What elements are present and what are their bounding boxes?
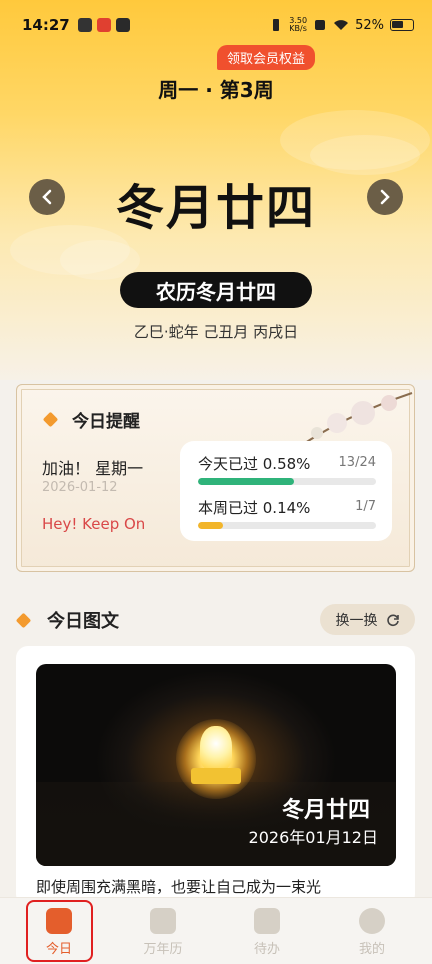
diamond-icon bbox=[15, 612, 32, 628]
image-date: 2026年01月12日 bbox=[248, 828, 378, 847]
app-notification-icon bbox=[77, 18, 92, 32]
next-day-button[interactable] bbox=[367, 179, 403, 215]
reminder-cheer: 加油！ 星期一 bbox=[42, 459, 144, 478]
tab-label: 待办 bbox=[253, 942, 280, 957]
keep-on-text: Hey! Keep On bbox=[42, 515, 146, 533]
diamond-icon bbox=[42, 411, 59, 428]
battery-percent: 52% bbox=[355, 17, 384, 33]
reminder-header: 今日提醒 bbox=[42, 407, 140, 432]
sim-icon bbox=[315, 20, 326, 30]
tab-label: 万年历 bbox=[143, 942, 183, 957]
progress-track bbox=[198, 522, 376, 529]
tab-label: 我的 bbox=[358, 942, 385, 957]
progress-fill bbox=[198, 522, 224, 529]
tab-profile[interactable]: 我的 bbox=[318, 898, 426, 964]
image-title: 冬月廿四 bbox=[281, 798, 370, 823]
calendar-icon bbox=[150, 908, 176, 934]
reminder-date: 2026-01-12 bbox=[42, 480, 118, 495]
progress-track bbox=[198, 478, 376, 485]
tab-calendar[interactable]: 万年历 bbox=[109, 898, 217, 964]
tab-todo[interactable]: 待办 bbox=[213, 898, 321, 964]
article-header: 今日图文 bbox=[15, 607, 119, 633]
bulb-base bbox=[191, 768, 241, 784]
week-title: 周一 · 第3周 bbox=[158, 78, 274, 102]
app-notification-icon bbox=[96, 18, 111, 32]
week-progress: 本周已过 0.14% 1/7 bbox=[198, 497, 376, 541]
battery-icon bbox=[390, 19, 414, 31]
progress-label: 今天已过 0.58% bbox=[198, 455, 311, 473]
vip-benefits-button[interactable]: 领取会员权益 bbox=[217, 45, 315, 70]
status-bar: 14:27 3.50 KB/s 52% bbox=[0, 0, 432, 50]
article-title: 今日图文 bbox=[47, 611, 119, 632]
vibrate-icon bbox=[273, 19, 280, 31]
progress-fill bbox=[198, 478, 295, 485]
article-caption: 即使周围充满黑暗，也要让自己成为一束光 bbox=[36, 878, 322, 896]
swap-button[interactable]: 换一换 bbox=[320, 604, 415, 635]
today-tab-highlight bbox=[26, 900, 93, 962]
refresh-icon bbox=[386, 613, 399, 626]
ganzhi-text: 乙巳·蛇年 己丑月 丙戌日 bbox=[133, 323, 299, 341]
light-bulb bbox=[200, 726, 232, 770]
progress-fraction: 1/7 bbox=[355, 499, 376, 514]
profile-icon bbox=[359, 908, 385, 934]
article-card[interactable]: 冬月廿四 2026年01月12日 即使周围充满黑暗，也要让自己成为一束光 bbox=[16, 646, 415, 906]
article-image[interactable]: 冬月廿四 2026年01月12日 bbox=[36, 664, 396, 866]
chevron-right-icon bbox=[380, 189, 390, 205]
reminder-title: 今日提醒 bbox=[72, 412, 140, 432]
status-time: 14:27 bbox=[22, 16, 70, 34]
wifi-icon bbox=[334, 20, 349, 30]
progress-label: 本周已过 0.14% bbox=[198, 499, 311, 517]
play-notification-icon bbox=[115, 18, 130, 32]
lunar-date-pill: 农历冬月廿四 bbox=[120, 272, 312, 308]
todo-icon bbox=[254, 908, 280, 934]
net-speed: 3.50 KB/s bbox=[289, 16, 308, 33]
day-progress: 今天已过 0.58% 13/24 bbox=[198, 453, 376, 497]
swap-label: 换一换 bbox=[335, 612, 378, 629]
progress-fraction: 13/24 bbox=[338, 455, 376, 470]
progress-box: 今天已过 0.58% 13/24 本周已过 0.14% 1/7 bbox=[180, 441, 392, 541]
daily-reminder-card: 今日提醒 加油！ 星期一 2026-01-12 Hey! Keep On 今天已… bbox=[16, 384, 415, 572]
